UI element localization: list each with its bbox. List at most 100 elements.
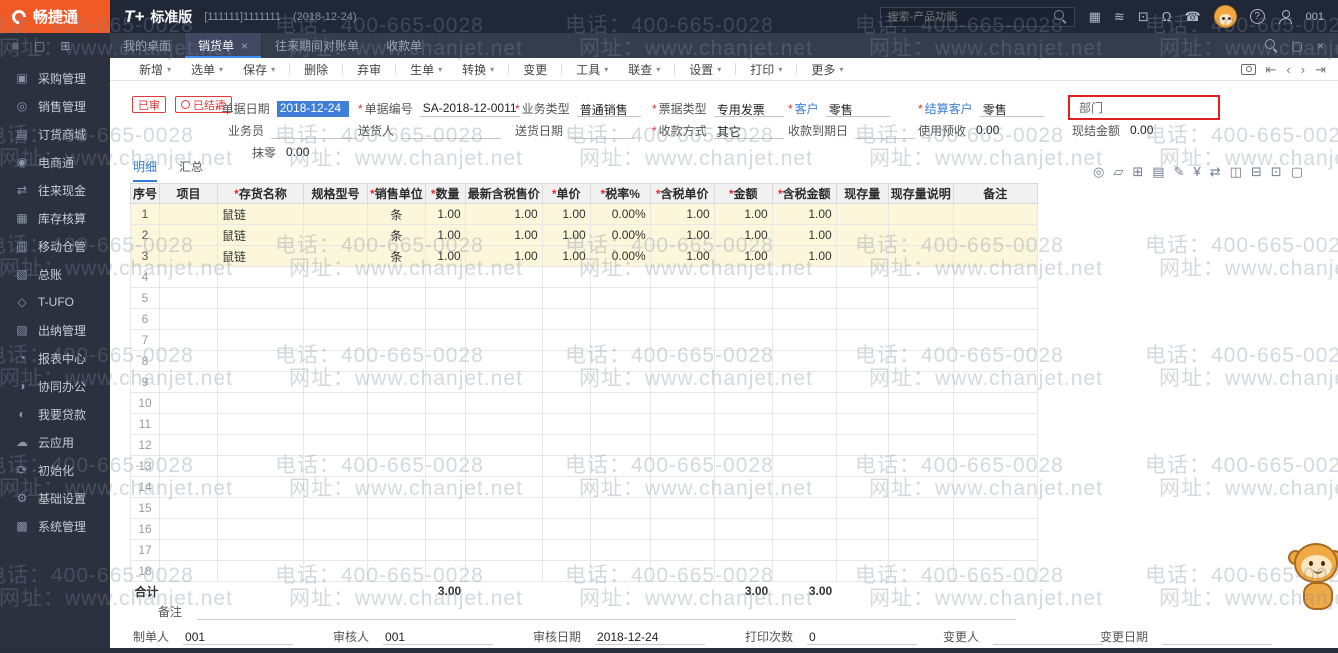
cell-unit[interactable] <box>367 371 426 393</box>
toolbar-button-print[interactable]: 打印 ▾ <box>741 61 791 78</box>
cell-tax_amount[interactable] <box>771 455 837 477</box>
cell-unit[interactable]: 条 <box>367 245 426 267</box>
footer-field-value[interactable]: 2018-12-24 <box>595 630 706 645</box>
cash-amount-field[interactable]: 现结金额 0.00 <box>1072 122 1157 139</box>
cell-qty[interactable] <box>424 392 466 414</box>
cell-note[interactable] <box>952 245 1038 267</box>
table-row[interactable]: 5 <box>129 287 1038 309</box>
cell-amount[interactable] <box>713 371 773 393</box>
cell-note[interactable] <box>952 497 1038 519</box>
cell-item_name[interactable] <box>217 434 305 456</box>
cell-note[interactable] <box>952 392 1038 414</box>
cell-stock_note[interactable] <box>887 224 954 246</box>
footer-field-value[interactable] <box>1162 630 1273 645</box>
cell-tax_price[interactable] <box>649 350 715 372</box>
cell-tax_rate[interactable] <box>589 434 651 456</box>
cell-seq[interactable]: 17 <box>129 539 161 561</box>
cell-spec[interactable] <box>303 203 369 225</box>
cell-price[interactable] <box>541 455 591 477</box>
cell-stock_note[interactable] <box>887 539 954 561</box>
cell-tax_rate[interactable] <box>589 476 651 498</box>
cell-tax_amount[interactable] <box>771 329 837 351</box>
cell-seq[interactable]: 13 <box>129 455 161 477</box>
cell-price[interactable] <box>541 476 591 498</box>
payment-method-field[interactable]: 收款方式 其它 <box>652 122 784 139</box>
cell-latest_price[interactable] <box>464 308 543 330</box>
cell-stock_note[interactable] <box>887 392 954 414</box>
tab-summary[interactable]: 汇总 <box>179 158 203 182</box>
cell-tax_amount[interactable] <box>771 434 837 456</box>
cell-stock_note[interactable] <box>887 476 954 498</box>
cell-tax_amount[interactable] <box>771 287 837 309</box>
cell-price[interactable]: 1.00 <box>541 224 591 246</box>
footer-field-value[interactable]: 001 <box>383 630 494 645</box>
cell-tax_amount[interactable] <box>771 560 837 582</box>
cell-tax_rate[interactable] <box>589 539 651 561</box>
cell-tax_amount[interactable] <box>771 308 837 330</box>
table-row[interactable]: 11 <box>129 413 1038 435</box>
toolbar-button-new[interactable]: 新增 ▾ <box>130 61 180 78</box>
cell-price[interactable] <box>541 539 591 561</box>
cell-tax_rate[interactable] <box>589 413 651 435</box>
footer-field-value[interactable]: 001 <box>183 630 294 645</box>
table-row[interactable]: 16 <box>129 518 1038 540</box>
cell-tax_price[interactable] <box>649 476 715 498</box>
cell-qty[interactable] <box>424 308 466 330</box>
cell-seq[interactable]: 11 <box>129 413 161 435</box>
cell-spec[interactable] <box>303 392 369 414</box>
cell-tax_rate[interactable] <box>589 560 651 582</box>
cell-tax_rate[interactable]: 0.00% <box>589 203 651 225</box>
cell-spec[interactable] <box>303 434 369 456</box>
cell-latest_price[interactable] <box>464 518 543 540</box>
cell-stock[interactable] <box>835 245 889 267</box>
cell-seq[interactable]: 5 <box>129 287 161 309</box>
cell-stock[interactable] <box>835 434 889 456</box>
cell-tax_price[interactable] <box>649 371 715 393</box>
app-logo[interactable]: 畅捷通 <box>0 0 110 33</box>
cell-stock_note[interactable] <box>887 350 954 372</box>
cell-qty[interactable] <box>424 518 466 540</box>
cell-price[interactable] <box>541 518 591 540</box>
remark-value[interactable] <box>197 605 1016 620</box>
cell-stock_note[interactable] <box>887 371 954 393</box>
cell-stock[interactable] <box>835 350 889 372</box>
sidebar-item-sales[interactable]: ◎ 销售管理 <box>0 92 110 120</box>
cell-price[interactable] <box>541 413 591 435</box>
cell-tax_price[interactable] <box>649 518 715 540</box>
menu-toggle-icon[interactable]: ≡ <box>12 40 19 52</box>
cell-tax_amount[interactable] <box>771 413 837 435</box>
cell-note[interactable] <box>952 476 1038 498</box>
close-tab-icon[interactable]: × <box>241 39 248 53</box>
cell-stock[interactable] <box>835 560 889 582</box>
sidebar-item-mobile-warehouse[interactable]: ▥ 移动仓管 <box>0 232 110 260</box>
cell-tax_rate[interactable] <box>589 518 651 540</box>
cell-qty[interactable] <box>424 539 466 561</box>
cell-amount[interactable] <box>713 476 773 498</box>
cell-latest_price[interactable] <box>464 560 543 582</box>
cell-tax_price[interactable] <box>649 560 715 582</box>
search-input[interactable] <box>887 10 1054 23</box>
cell-stock_note[interactable] <box>887 266 954 288</box>
cell-spec[interactable] <box>303 329 369 351</box>
cell-item_name[interactable]: 鼠链 <box>217 245 305 267</box>
cell-latest_price[interactable] <box>464 434 543 456</box>
cell-tax_amount[interactable]: 1.00 <box>771 224 837 246</box>
cell-unit[interactable] <box>367 287 426 309</box>
cell-qty[interactable] <box>424 329 466 351</box>
cell-unit[interactable] <box>367 308 426 330</box>
department-field[interactable]: 部门 <box>1068 95 1220 120</box>
locate-icon[interactable]: ◎ <box>1093 165 1104 178</box>
cell-tax_rate[interactable] <box>589 350 651 372</box>
cell-project[interactable] <box>159 434 219 456</box>
cell-stock_note[interactable] <box>887 245 954 267</box>
cell-price[interactable] <box>541 350 591 372</box>
cell-spec[interactable] <box>303 476 369 498</box>
cell-stock[interactable] <box>835 497 889 519</box>
cell-item_name[interactable]: 鼠链 <box>217 224 305 246</box>
doc-no-value[interactable]: SA-2018-12-0011 <box>419 101 520 117</box>
cell-price[interactable] <box>541 266 591 288</box>
toolbar-button-change[interactable]: 变更 <box>514 61 556 78</box>
cell-item_name[interactable] <box>217 518 305 540</box>
cell-spec[interactable] <box>303 287 369 309</box>
toolbar-button-settings[interactable]: 设置 ▾ <box>680 61 730 78</box>
